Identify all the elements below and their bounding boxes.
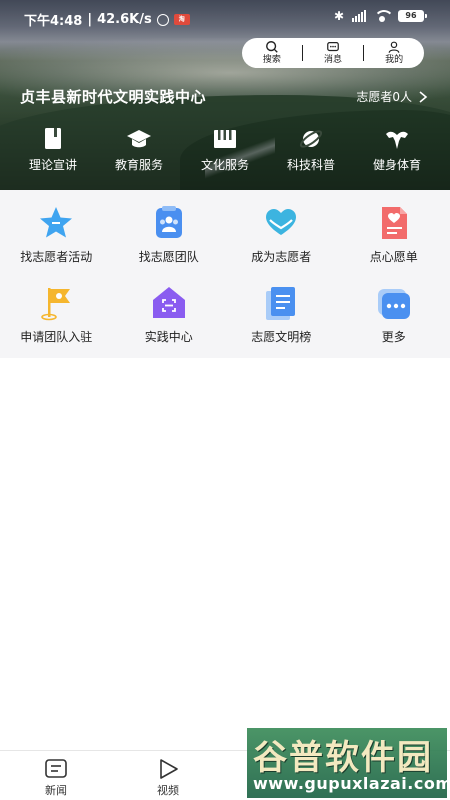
messages-label: 消息 xyxy=(324,55,343,65)
graduation-cap-icon xyxy=(127,130,151,148)
page-title: 贞丰县新时代文明实践中心 xyxy=(20,88,207,106)
message-icon xyxy=(327,42,339,52)
practice-center-button[interactable]: 实践中心 xyxy=(113,284,226,364)
wish-list-icon xyxy=(381,207,407,239)
heart-hands-icon xyxy=(266,209,297,235)
category-theory[interactable]: 理论宣讲 xyxy=(10,126,96,182)
volunteer-count: 志愿者0人 xyxy=(356,90,412,104)
mine-button[interactable]: 我的 xyxy=(364,38,424,68)
more-button[interactable]: 更多 xyxy=(338,284,450,364)
category-label: 教育服务 xyxy=(114,158,163,172)
team-icon xyxy=(155,206,182,238)
book-icon xyxy=(45,128,61,149)
top-action-bar: 搜索 消息 我的 xyxy=(242,38,424,68)
star-icon xyxy=(40,207,73,238)
messages-button[interactable]: 消息 xyxy=(303,38,363,68)
search-label: 搜索 xyxy=(262,55,281,65)
signal-icon xyxy=(352,10,366,22)
watermark-url: www.gupuxlazai.com xyxy=(253,774,450,793)
service-label: 更多 xyxy=(381,330,406,344)
become-volunteer-button[interactable]: 成为志愿者 xyxy=(225,204,338,284)
chevron-right-icon xyxy=(419,90,428,103)
service-panel: 找志愿者活动 找志愿团队 成为志愿者 点心愿单 申请团队入驻 实践中心 志愿文明… xyxy=(0,190,450,358)
piano-icon xyxy=(214,130,236,148)
service-label: 点心愿单 xyxy=(369,250,418,264)
service-label: 申请团队入驻 xyxy=(20,330,93,344)
bluetooth-icon: ✱ xyxy=(333,9,344,23)
status-right: ✱ 96 xyxy=(333,9,427,23)
nav-label: 新闻 xyxy=(45,784,67,797)
document-icon xyxy=(266,287,296,320)
mine-label: 我的 xyxy=(385,55,404,65)
category-label: 科技科普 xyxy=(286,158,335,172)
muscle-icon xyxy=(386,131,408,149)
status-speed: 42.6K/s xyxy=(97,12,152,27)
civility-rank-button[interactable]: 志愿文明榜 xyxy=(225,284,338,364)
wifi-icon xyxy=(374,10,394,22)
status-divider: | xyxy=(87,12,93,27)
category-education[interactable]: 教育服务 xyxy=(96,126,182,182)
search-button[interactable]: 搜索 xyxy=(242,38,302,68)
watermark: 谷普软件园 www.gupuxlazai.com xyxy=(247,728,450,798)
service-label: 成为志愿者 xyxy=(251,250,312,264)
service-label: 找志愿者活动 xyxy=(20,250,93,264)
nav-label: 视频 xyxy=(157,784,179,797)
find-team-button[interactable]: 找志愿团队 xyxy=(113,204,226,284)
service-grid: 找志愿者活动 找志愿团队 成为志愿者 点心愿单 申请团队入驻 实践中心 志愿文明… xyxy=(0,190,450,364)
category-science[interactable]: 科技科普 xyxy=(268,126,354,182)
apply-team-button[interactable]: 申请团队入驻 xyxy=(0,284,113,364)
status-bar: 下午4:48 | 42.6K/s 淘 ✱ 96 xyxy=(0,0,450,34)
category-row: 理论宣讲 教育服务 文化服务 科技科普 健身体育 xyxy=(0,126,450,182)
find-activity-button[interactable]: 找志愿者活动 xyxy=(0,204,113,284)
category-culture[interactable]: 文化服务 xyxy=(182,126,268,182)
category-fitness[interactable]: 健身体育 xyxy=(354,126,440,182)
service-label: 志愿文明榜 xyxy=(251,330,312,344)
planet-icon xyxy=(299,130,323,148)
status-time: 下午4:48 xyxy=(24,14,83,29)
app-screen: 下午4:48 | 42.6K/s 淘 ✱ 96 搜索 消息 我的 贞丰县新时代文… xyxy=(0,0,450,800)
flag-icon xyxy=(41,288,71,321)
volunteer-count-link[interactable]: 志愿者0人 xyxy=(356,88,428,105)
news-icon xyxy=(45,759,67,778)
wish-list-button[interactable]: 点心愿单 xyxy=(338,204,450,284)
nav-video[interactable]: 视频 xyxy=(112,751,224,800)
search-icon xyxy=(265,41,278,53)
nav-news[interactable]: 新闻 xyxy=(0,751,112,800)
category-label: 健身体育 xyxy=(372,158,421,172)
service-label: 实践中心 xyxy=(144,330,193,344)
battery-icon: 96 xyxy=(398,10,427,22)
more-icon xyxy=(377,289,410,319)
video-icon xyxy=(160,759,178,779)
category-label: 文化服务 xyxy=(200,158,249,172)
service-label: 找志愿团队 xyxy=(138,250,199,264)
app-notification-icon: 淘 xyxy=(173,14,190,25)
alarm-icon xyxy=(156,13,169,26)
home-scan-icon xyxy=(152,287,185,318)
user-icon xyxy=(388,41,400,53)
category-label: 理论宣讲 xyxy=(28,158,77,172)
watermark-title: 谷普软件园 xyxy=(253,738,433,778)
status-left: 下午4:48 | 42.6K/s 淘 xyxy=(24,10,190,29)
